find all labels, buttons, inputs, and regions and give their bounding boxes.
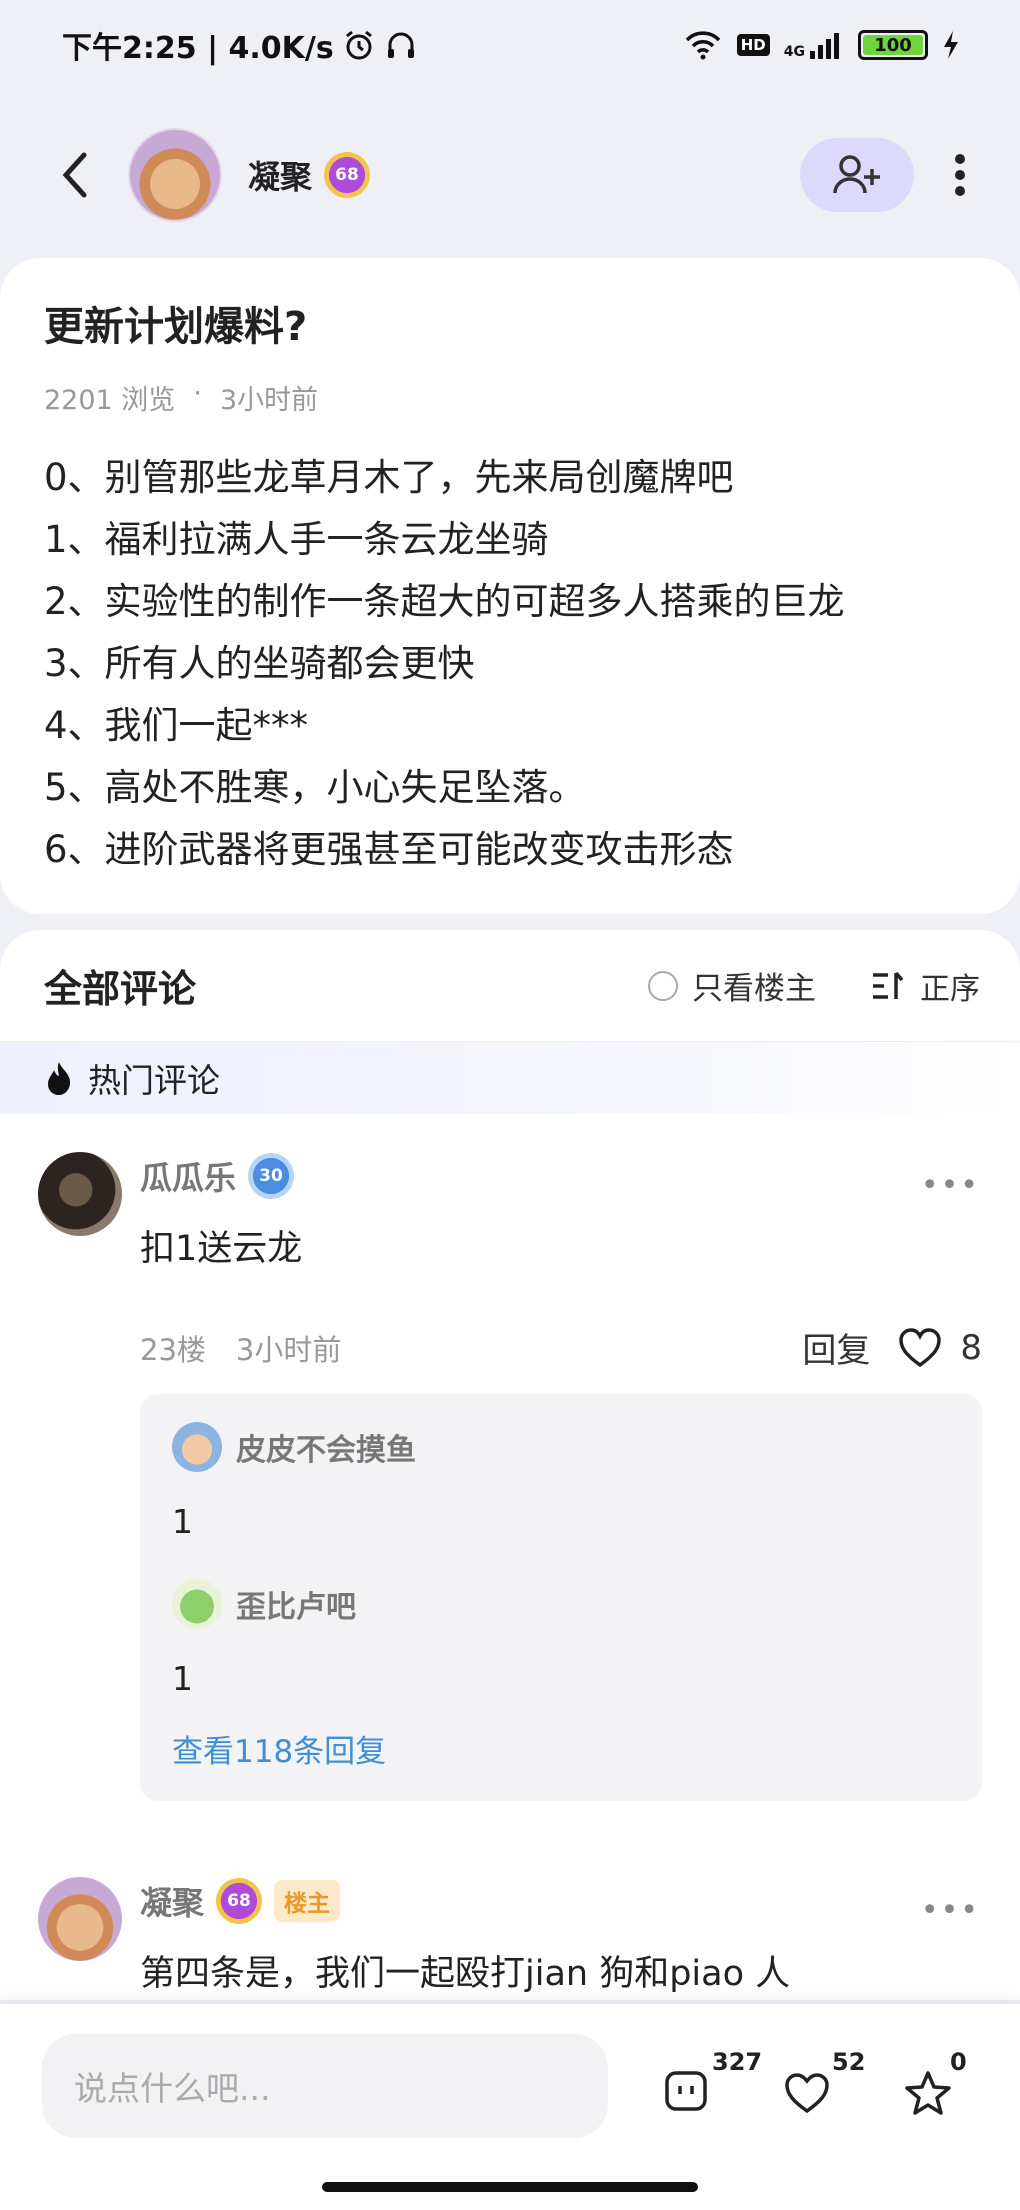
comments-title: 全部评论 bbox=[44, 967, 197, 1011]
post-line: 4、我们一起*** bbox=[44, 704, 309, 747]
status-bar: 下午2:25 | 4.0K/s HD 4G 100 bbox=[0, 0, 1020, 90]
more-vertical-icon bbox=[955, 154, 965, 196]
post-line: 0、别管那些龙草月木了，先来局创魔牌吧 bbox=[44, 456, 734, 499]
headphones-icon bbox=[387, 32, 414, 58]
more-button[interactable] bbox=[940, 138, 980, 212]
reply-button[interactable]: 回复 bbox=[802, 1323, 870, 1372]
home-indicator[interactable] bbox=[322, 2182, 698, 2192]
post-line: 1、福利拉满人手一条云龙坐骑 bbox=[44, 518, 549, 561]
comment-time: 3小时前 bbox=[235, 1332, 342, 1367]
comment-item: ••• 瓜瓜乐 30 扣1送云龙 23楼 3小时前 回复 8 皮皮不会摸鱼 1 … bbox=[0, 1114, 1020, 1801]
more-options-icon[interactable]: ••• bbox=[921, 1168, 980, 1203]
back-button[interactable] bbox=[58, 145, 98, 205]
author-avatar[interactable] bbox=[128, 128, 222, 222]
level-badge: 30 bbox=[248, 1153, 295, 1199]
commenter-name[interactable]: 瓜瓜乐 bbox=[140, 1153, 236, 1199]
star-icon bbox=[905, 2071, 951, 2115]
comment-text: 第四条是，我们一起殴打jian 狗和piao 人 bbox=[140, 1954, 791, 1994]
post-views: 2201 浏览 bbox=[44, 385, 176, 416]
comment-text: 扣1送云龙 bbox=[140, 1229, 303, 1269]
post-line: 5、高处不胜寒，小心失足坠落。 bbox=[44, 766, 586, 809]
op-tag: 楼主 bbox=[274, 1880, 341, 1922]
comment-floor: 23楼 bbox=[140, 1332, 206, 1367]
only-op-toggle[interactable]: 只看楼主 bbox=[648, 963, 816, 1008]
reply-text: 1 bbox=[172, 1502, 193, 1541]
like-count: 52 bbox=[832, 2048, 866, 2076]
radio-icon[interactable] bbox=[648, 970, 678, 1001]
back-arrow-icon bbox=[62, 152, 87, 198]
heart-icon bbox=[785, 2073, 829, 2114]
bottom-bar: 说点什么吧... 327 52 0 bbox=[0, 2004, 1020, 2210]
like-button[interactable]: 52 bbox=[784, 2048, 874, 2136]
post-time: 3小时前 bbox=[219, 385, 319, 416]
favorite-button[interactable]: 0 bbox=[904, 2048, 994, 2136]
meta-separator: · bbox=[193, 378, 202, 409]
battery-icon: 100 bbox=[858, 30, 928, 60]
comment-icon bbox=[665, 2071, 707, 2111]
fire-icon bbox=[48, 1062, 71, 1095]
header: 凝聚 68 bbox=[0, 110, 1020, 240]
wifi-icon bbox=[685, 31, 721, 60]
post-body: 0、别管那些龙草月木了，先来局创魔牌吧 1、福利拉满人手一条云龙坐骑 2、实验性… bbox=[44, 447, 976, 881]
comment-button[interactable]: 327 bbox=[664, 2048, 762, 2136]
commenter-avatar[interactable] bbox=[38, 1152, 122, 1236]
sort-icon bbox=[873, 971, 904, 999]
author-name[interactable]: 凝聚 bbox=[248, 152, 312, 198]
commenter-avatar[interactable] bbox=[38, 1877, 122, 1961]
reply-avatar[interactable] bbox=[172, 1579, 222, 1629]
more-options-icon[interactable]: ••• bbox=[921, 1893, 980, 1928]
comment-input[interactable]: 说点什么吧... bbox=[42, 2034, 608, 2138]
sort-button[interactable]: 正序 bbox=[870, 964, 980, 1008]
status-time: 下午2:25 | 4.0K/s bbox=[62, 31, 334, 66]
only-op-label: 只看楼主 bbox=[692, 971, 816, 1007]
post-card: 更新计划爆料? 2201 浏览 · 3小时前 0、别管那些龙草月木了，先来局创魔… bbox=[0, 258, 1020, 914]
comment-item: ••• 凝聚 68 楼主 第四条是，我们一起殴打jian 狗和piao 人 bbox=[0, 1801, 1020, 1996]
level-badge: 68 bbox=[324, 152, 371, 198]
favorite-count: 0 bbox=[950, 2048, 967, 2076]
hot-comments-label: 热门评论 bbox=[88, 1061, 220, 1100]
signal-icon: 4G bbox=[784, 31, 844, 59]
reply-user-name[interactable]: 歪比卢吧 bbox=[236, 1582, 356, 1626]
alarm-icon bbox=[345, 30, 372, 60]
comments-section: 全部评论 只看楼主 正序 热门评论 ••• 瓜瓜乐 30 扣1送云龙 23楼 3… bbox=[0, 930, 1020, 2000]
add-user-icon bbox=[833, 155, 880, 194]
post-meta: 2201 浏览 · 3小时前 bbox=[44, 378, 976, 417]
network-type: 4G bbox=[783, 44, 805, 60]
post-title: 更新计划爆料? bbox=[44, 304, 308, 350]
comment-meta: 23楼 3小时前 回复 8 bbox=[140, 1323, 982, 1372]
reply-avatar[interactable] bbox=[172, 1422, 222, 1472]
hd-badge: HD bbox=[736, 34, 770, 56]
reply-text: 1 bbox=[172, 1659, 193, 1698]
like-count: 8 bbox=[960, 1327, 982, 1368]
charging-icon bbox=[944, 31, 958, 59]
hot-comments-bar: 热门评论 bbox=[0, 1042, 1020, 1114]
follow-button[interactable] bbox=[800, 138, 914, 212]
comments-header: 全部评论 只看楼主 正序 bbox=[0, 930, 1020, 1042]
sort-label: 正序 bbox=[920, 971, 980, 1007]
post-line: 3、所有人的坐骑都会更快 bbox=[44, 642, 475, 685]
battery-level: 100 bbox=[874, 34, 912, 56]
view-more-replies-link[interactable]: 查看118条回复 bbox=[172, 1726, 952, 1771]
post-line: 2、实验性的制作一条超大的可超多人搭乘的巨龙 bbox=[44, 580, 845, 623]
reply-box: 皮皮不会摸鱼 1 歪比卢吧 1 查看118条回复 bbox=[140, 1394, 982, 1801]
heart-icon[interactable] bbox=[898, 1327, 942, 1368]
comment-count: 327 bbox=[712, 2048, 763, 2076]
reply-user-name[interactable]: 皮皮不会摸鱼 bbox=[236, 1425, 416, 1469]
post-line: 6、进阶武器将更强甚至可能改变攻击形态 bbox=[44, 828, 734, 871]
commenter-name[interactable]: 凝聚 bbox=[140, 1878, 204, 1924]
level-badge: 68 bbox=[216, 1878, 263, 1924]
